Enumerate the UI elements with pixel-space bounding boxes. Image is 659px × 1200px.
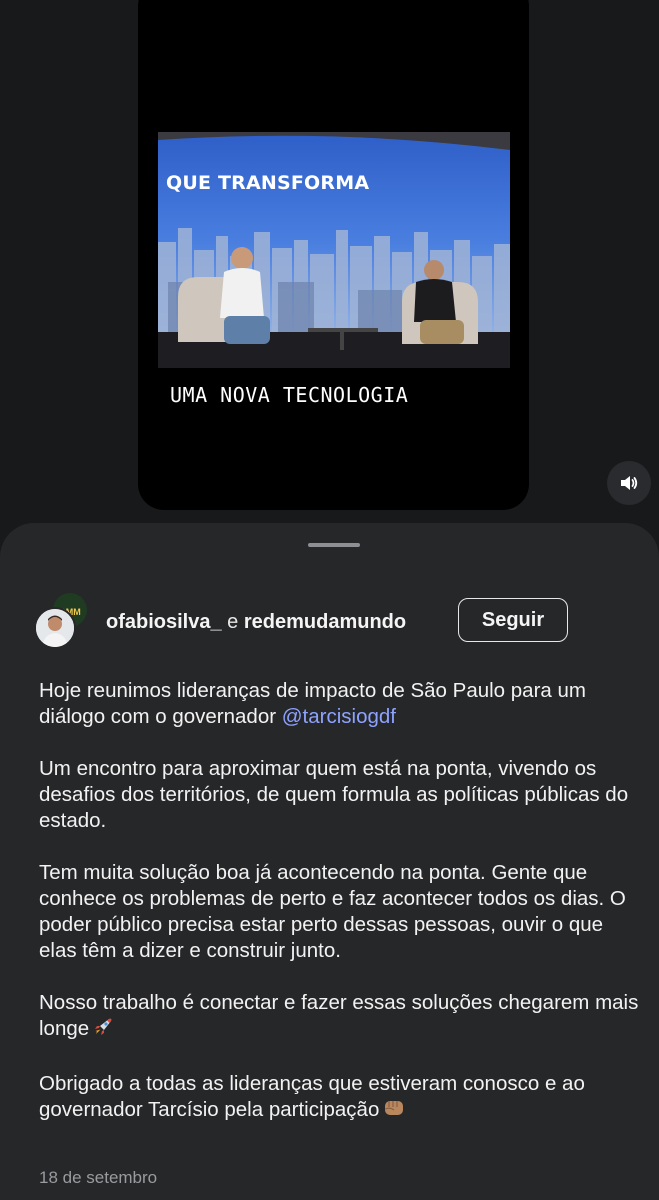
- author-conjunction: e: [227, 611, 239, 633]
- caption-paragraph-1: Hoje reunimos lideranças de impacto de S…: [39, 678, 639, 730]
- author-photo: [36, 609, 74, 647]
- mention-link[interactable]: @tarcisiogdf: [282, 705, 396, 728]
- video-headline: QUE TRANSFORMA: [166, 172, 370, 194]
- caption-paragraph-4-text: Nosso trabalho é conectar e fazer essas …: [39, 991, 639, 1040]
- author-username-secondary[interactable]: redemudamundo: [244, 611, 406, 633]
- author-names: ofabiosilva_ e redemudamundo: [106, 611, 406, 634]
- post-date: 18 de setembro: [39, 1168, 158, 1187]
- event-stage-image: [158, 132, 510, 368]
- drag-handle[interactable]: [308, 543, 360, 547]
- caption-sheet: DMM ofabiosilva_ e redemudamundo Seguir …: [0, 523, 659, 1200]
- fist-icon: [382, 1097, 406, 1126]
- video-caption: UMA NOVA TECNOLOGIA: [170, 383, 409, 407]
- speaker-volume-icon: [621, 476, 638, 490]
- caption-paragraph-4: Nosso trabalho é conectar e fazer essas …: [39, 990, 639, 1045]
- mute-button[interactable]: [607, 461, 651, 505]
- caption-paragraph-5: Obrigado a todas as lideranças que estiv…: [39, 1071, 639, 1126]
- author-avatar[interactable]: [34, 607, 76, 649]
- caption-paragraph-5-text: Obrigado a todas as lideranças que estiv…: [39, 1072, 585, 1121]
- caption-paragraph-3: Tem muita solução boa já acontecendo na …: [39, 861, 626, 962]
- video-frame: QUE TRANSFORMA: [158, 132, 510, 368]
- reel-video[interactable]: QUE TRANSFORMA UMA NOVA TECNOLOGIA: [138, 0, 529, 510]
- caption-paragraph-2: Um encontro para aproximar quem está na …: [39, 757, 629, 832]
- author-row: DMM ofabiosilva_ e redemudamundo Seguir: [0, 593, 659, 653]
- screen: QUE TRANSFORMA UMA NOVA TECNOLOGIA DMM o…: [0, 0, 659, 1200]
- post-caption: Hoje reunimos lideranças de impacto de S…: [39, 678, 639, 1152]
- rocket-icon: [92, 1016, 114, 1045]
- follow-button[interactable]: Seguir: [458, 598, 568, 642]
- author-username-primary[interactable]: ofabiosilva_: [106, 611, 222, 633]
